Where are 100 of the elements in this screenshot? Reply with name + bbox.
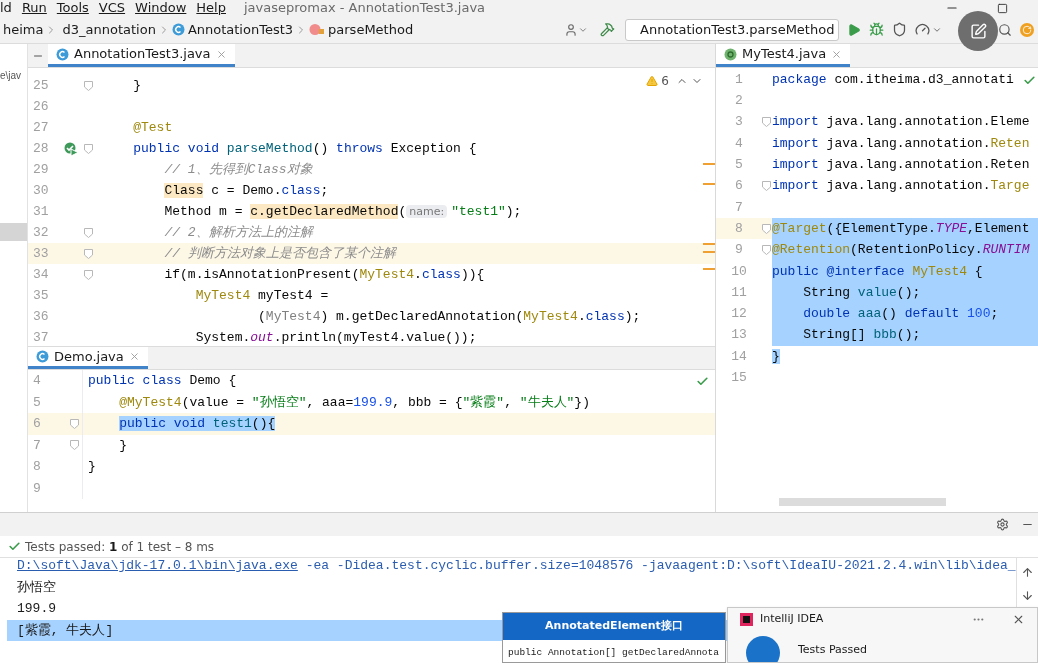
line-number: 4: [734, 134, 744, 153]
code-line: // 2、解析方法上的注解: [163, 223, 313, 242]
line-number: 12: [730, 305, 748, 324]
menu-item[interactable]: Window: [135, 0, 187, 16]
update-icon[interactable]: [1020, 22, 1034, 37]
up-icon[interactable]: [1021, 566, 1034, 579]
code-line: import java.lang.annotation.Eleme: [772, 113, 1030, 132]
fold-icon[interactable]: [762, 117, 771, 128]
fold-icon[interactable]: [762, 181, 771, 192]
line-number: 7: [734, 198, 744, 217]
menu-item[interactable]: Tools: [56, 0, 89, 16]
line-number: 5: [734, 156, 744, 175]
line-number: 29: [32, 160, 50, 179]
code-line: import java.lang.annotation.Reten: [772, 134, 1030, 153]
horizontal-scrollbar[interactable]: [779, 498, 946, 506]
code-line: package com.itheima.d3_annotati: [772, 70, 1014, 89]
debug-icon[interactable]: [869, 22, 884, 37]
code-line: // 1、先得到Class对象: [163, 160, 313, 179]
down-icon[interactable]: [1021, 589, 1034, 602]
menu-item[interactable]: VCS: [98, 0, 126, 16]
code-line: if(m.isAnnotationPresent(MyTest4.class)){: [163, 265, 485, 284]
fold-icon[interactable]: [84, 227, 93, 238]
warning-count[interactable]: 6: [661, 72, 669, 90]
fold-icon[interactable]: [70, 440, 79, 451]
file-tab[interactable]: AnnotationTest3.java: [48, 44, 235, 67]
breadcrumb-item[interactable]: parseMethod: [328, 19, 414, 40]
app-name: IntelliJ IDEA: [760, 610, 825, 627]
popup-title: AnnotatedElement接口: [545, 618, 683, 635]
file-tab[interactable]: Demo.java: [28, 347, 148, 369]
line-number: 36: [32, 307, 50, 326]
settings-icon[interactable]: [996, 518, 1009, 531]
line-number: 32: [32, 223, 50, 242]
fold-icon[interactable]: [762, 223, 771, 234]
line-number: 9: [734, 241, 744, 260]
console-output: [紫霞, 牛夫人]: [17, 621, 114, 640]
line-number: 37: [32, 328, 50, 346]
line-number: 15: [730, 369, 748, 388]
code-line: double aaa() default 100;: [802, 305, 999, 324]
breadcrumb-item[interactable]: AnnotationTest3: [187, 19, 294, 40]
console-output: 孙悟空: [17, 578, 56, 597]
annotation-file-icon: [724, 47, 737, 61]
fold-icon[interactable]: [84, 269, 93, 280]
code-line: String[] bbb();: [802, 326, 921, 345]
line-number: 11: [730, 283, 748, 302]
notification-icon: [746, 636, 780, 662]
code-line: @Retention(RetentionPolicy.RUNTIM: [772, 241, 1030, 260]
edit-icon: [969, 22, 987, 40]
line-number: 7: [32, 436, 42, 455]
line-number: 31: [32, 202, 50, 221]
code-line: @Target({ElementType.TYPE,Element: [772, 219, 1030, 238]
run-test-icon[interactable]: [63, 141, 79, 156]
coverage-icon[interactable]: [892, 22, 907, 37]
method-icon: [309, 23, 326, 36]
line-number: 6: [734, 177, 744, 196]
line-number: 28: [32, 139, 50, 158]
line-number: 33: [32, 244, 50, 263]
line-number: 3: [734, 113, 744, 132]
hammer-icon[interactable]: [600, 22, 615, 37]
check-icon[interactable]: [1023, 74, 1036, 87]
line-number: 27: [32, 118, 50, 137]
line-number: 10: [730, 262, 748, 281]
class-file-icon: [36, 350, 49, 363]
warning-icon[interactable]: [646, 75, 659, 87]
file-tab[interactable]: MyTest4.java: [716, 44, 851, 67]
search-icon[interactable]: [998, 22, 1012, 37]
code-line: public void parseMethod() throws Exception {: [132, 139, 477, 158]
fold-icon[interactable]: [762, 245, 771, 255]
code-line: @Test: [132, 118, 173, 137]
test-status: Tests passed: 1 of 1 test – 8 ms: [25, 538, 215, 556]
fold-icon[interactable]: [84, 80, 93, 91]
breadcrumb-item[interactable]: d3_annotation: [62, 19, 156, 40]
menu-item[interactable]: ld: [0, 0, 12, 16]
profiler-icon[interactable]: [915, 22, 930, 37]
breadcrumb-item[interactable]: heima: [3, 19, 44, 40]
console-text: -ea -Didea.test.cyclic.buffer.size=1048576 -javaagent:D:\soft\IdeaIU-2021.2.4.win\lib\idea_: [304, 558, 1016, 575]
fold-icon[interactable]: [84, 248, 93, 259]
run-icon[interactable]: [847, 22, 861, 37]
console-link[interactable]: D:\soft\Java\jdk-17.0.1\bin\java.exe: [17, 558, 298, 576]
line-number: 25: [32, 76, 50, 95]
code-line: Method m = c.getDeclaredMethod( name: "test1");: [163, 202, 522, 221]
class-icon: [171, 23, 185, 36]
code-line: String value();: [802, 283, 921, 302]
code-line: MyTest4 myTest4 =: [194, 286, 329, 305]
window-title: javasepromax - AnnotationTest3.java: [244, 0, 486, 16]
popup-code: public Annotation[] getDeclaredAnnota: [508, 646, 719, 660]
line-number: 34: [32, 265, 50, 284]
check-icon[interactable]: [696, 375, 709, 388]
code-line: import java.lang.annotation.Reten: [772, 156, 1030, 175]
menu-item[interactable]: Help: [196, 0, 226, 16]
console-output: 199.9: [17, 600, 56, 618]
line-number: 2: [734, 92, 744, 111]
restore-icon[interactable]: [997, 2, 1008, 14]
code-line: System.out.println(myTest4.value());: [194, 328, 477, 346]
code-line: // 判断方法对象上是否包含了某个注解: [163, 244, 396, 263]
line-number: 4: [32, 372, 42, 390]
fold-icon[interactable]: [84, 143, 93, 154]
fold-icon[interactable]: [70, 418, 79, 429]
user-icon[interactable]: [564, 22, 578, 37]
run-config-dropdown[interactable]: AnnotationTest3.parseMethod: [625, 18, 839, 41]
menu-item[interactable]: Run: [21, 0, 47, 16]
